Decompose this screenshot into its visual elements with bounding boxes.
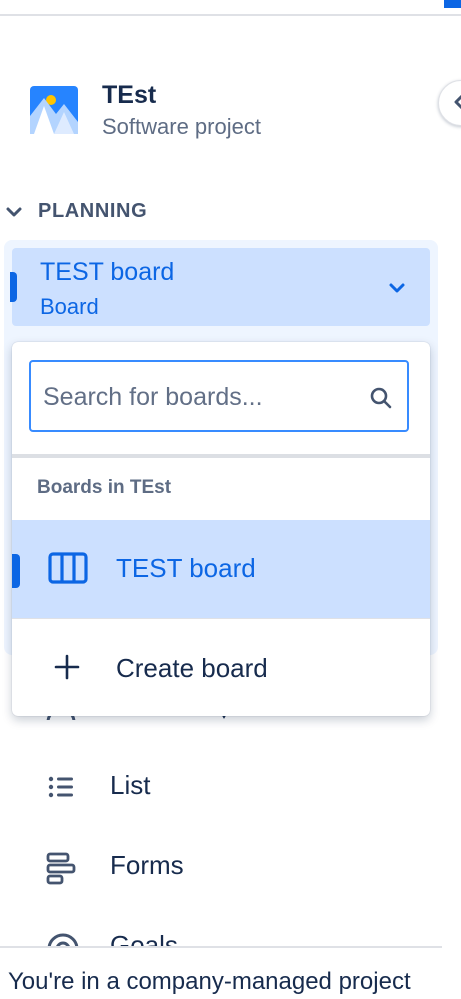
top-divider xyxy=(0,14,461,16)
board-search-field[interactable] xyxy=(29,360,409,432)
top-accent-bar xyxy=(444,0,461,8)
sidebar-item-label: List xyxy=(110,770,151,800)
board-switcher-dropdown: Boards in TEst TEST board Create board xyxy=(12,342,430,716)
sidebar-item-list[interactable]: List xyxy=(0,756,430,816)
collapse-sidebar-button[interactable] xyxy=(438,80,461,126)
chevron-down-icon[interactable] xyxy=(4,203,24,223)
sidebar-item-label: Goals xyxy=(110,930,178,946)
sidebar-item-label: Forms xyxy=(110,850,184,880)
project-management-type-text[interactable]: You're in a company-managed project xyxy=(8,968,411,996)
dropdown-separator xyxy=(12,454,430,458)
board-icon xyxy=(48,552,88,584)
footer-divider xyxy=(0,946,442,948)
search-icon[interactable] xyxy=(369,386,393,410)
project-name: TEst xyxy=(102,81,157,109)
boards-section-title: Boards in TEst xyxy=(37,477,172,498)
list-icon xyxy=(48,776,73,798)
board-item-label: TEST board xyxy=(116,553,256,583)
sidebar-item-forms[interactable]: Forms xyxy=(0,836,430,896)
goals-icon xyxy=(47,933,79,946)
project-avatar-icon[interactable] xyxy=(30,86,78,134)
board-search-input[interactable] xyxy=(41,374,355,420)
board-list-item[interactable]: TEST board xyxy=(12,520,430,618)
project-type: Software project xyxy=(102,114,261,139)
selected-indicator xyxy=(10,272,17,302)
board-selector-button[interactable]: TEST board Board xyxy=(10,248,430,326)
forms-icon xyxy=(46,852,76,885)
chevron-down-icon xyxy=(389,283,405,293)
chevron-left-icon xyxy=(454,94,461,110)
plus-icon xyxy=(54,654,80,680)
create-board-button[interactable]: Create board xyxy=(12,619,430,716)
board-selector-type: Board xyxy=(40,294,99,319)
sidebar-item-goals[interactable]: Goals xyxy=(0,916,430,946)
create-board-label: Create board xyxy=(116,653,268,683)
board-selector-name: TEST board xyxy=(40,258,175,286)
selected-indicator xyxy=(12,554,20,588)
planning-section-title[interactable]: PLANNING xyxy=(38,200,147,223)
